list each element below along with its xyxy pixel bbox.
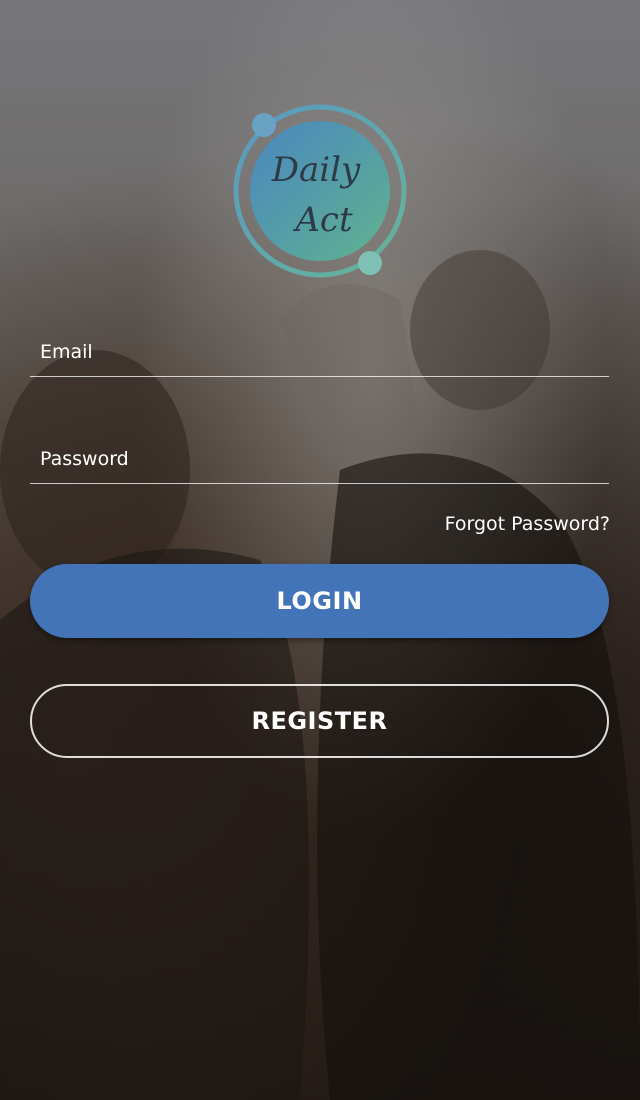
logo-text-line1: Daily	[271, 150, 361, 190]
login-button[interactable]: LOGIN	[30, 564, 609, 638]
email-field[interactable]	[30, 330, 609, 377]
logo-text-line2: Act	[292, 200, 353, 240]
logo-badge: Daily Act	[233, 104, 407, 278]
register-button-label: REGISTER	[251, 707, 388, 735]
password-input[interactable]	[40, 437, 600, 481]
email-input[interactable]	[40, 330, 600, 374]
password-field[interactable]	[30, 437, 609, 484]
forgot-password-link[interactable]: Forgot Password?	[445, 513, 610, 535]
login-button-label: LOGIN	[276, 587, 363, 615]
register-button[interactable]: REGISTER	[30, 684, 609, 758]
daily-act-logo: Daily Act	[228, 103, 412, 287]
